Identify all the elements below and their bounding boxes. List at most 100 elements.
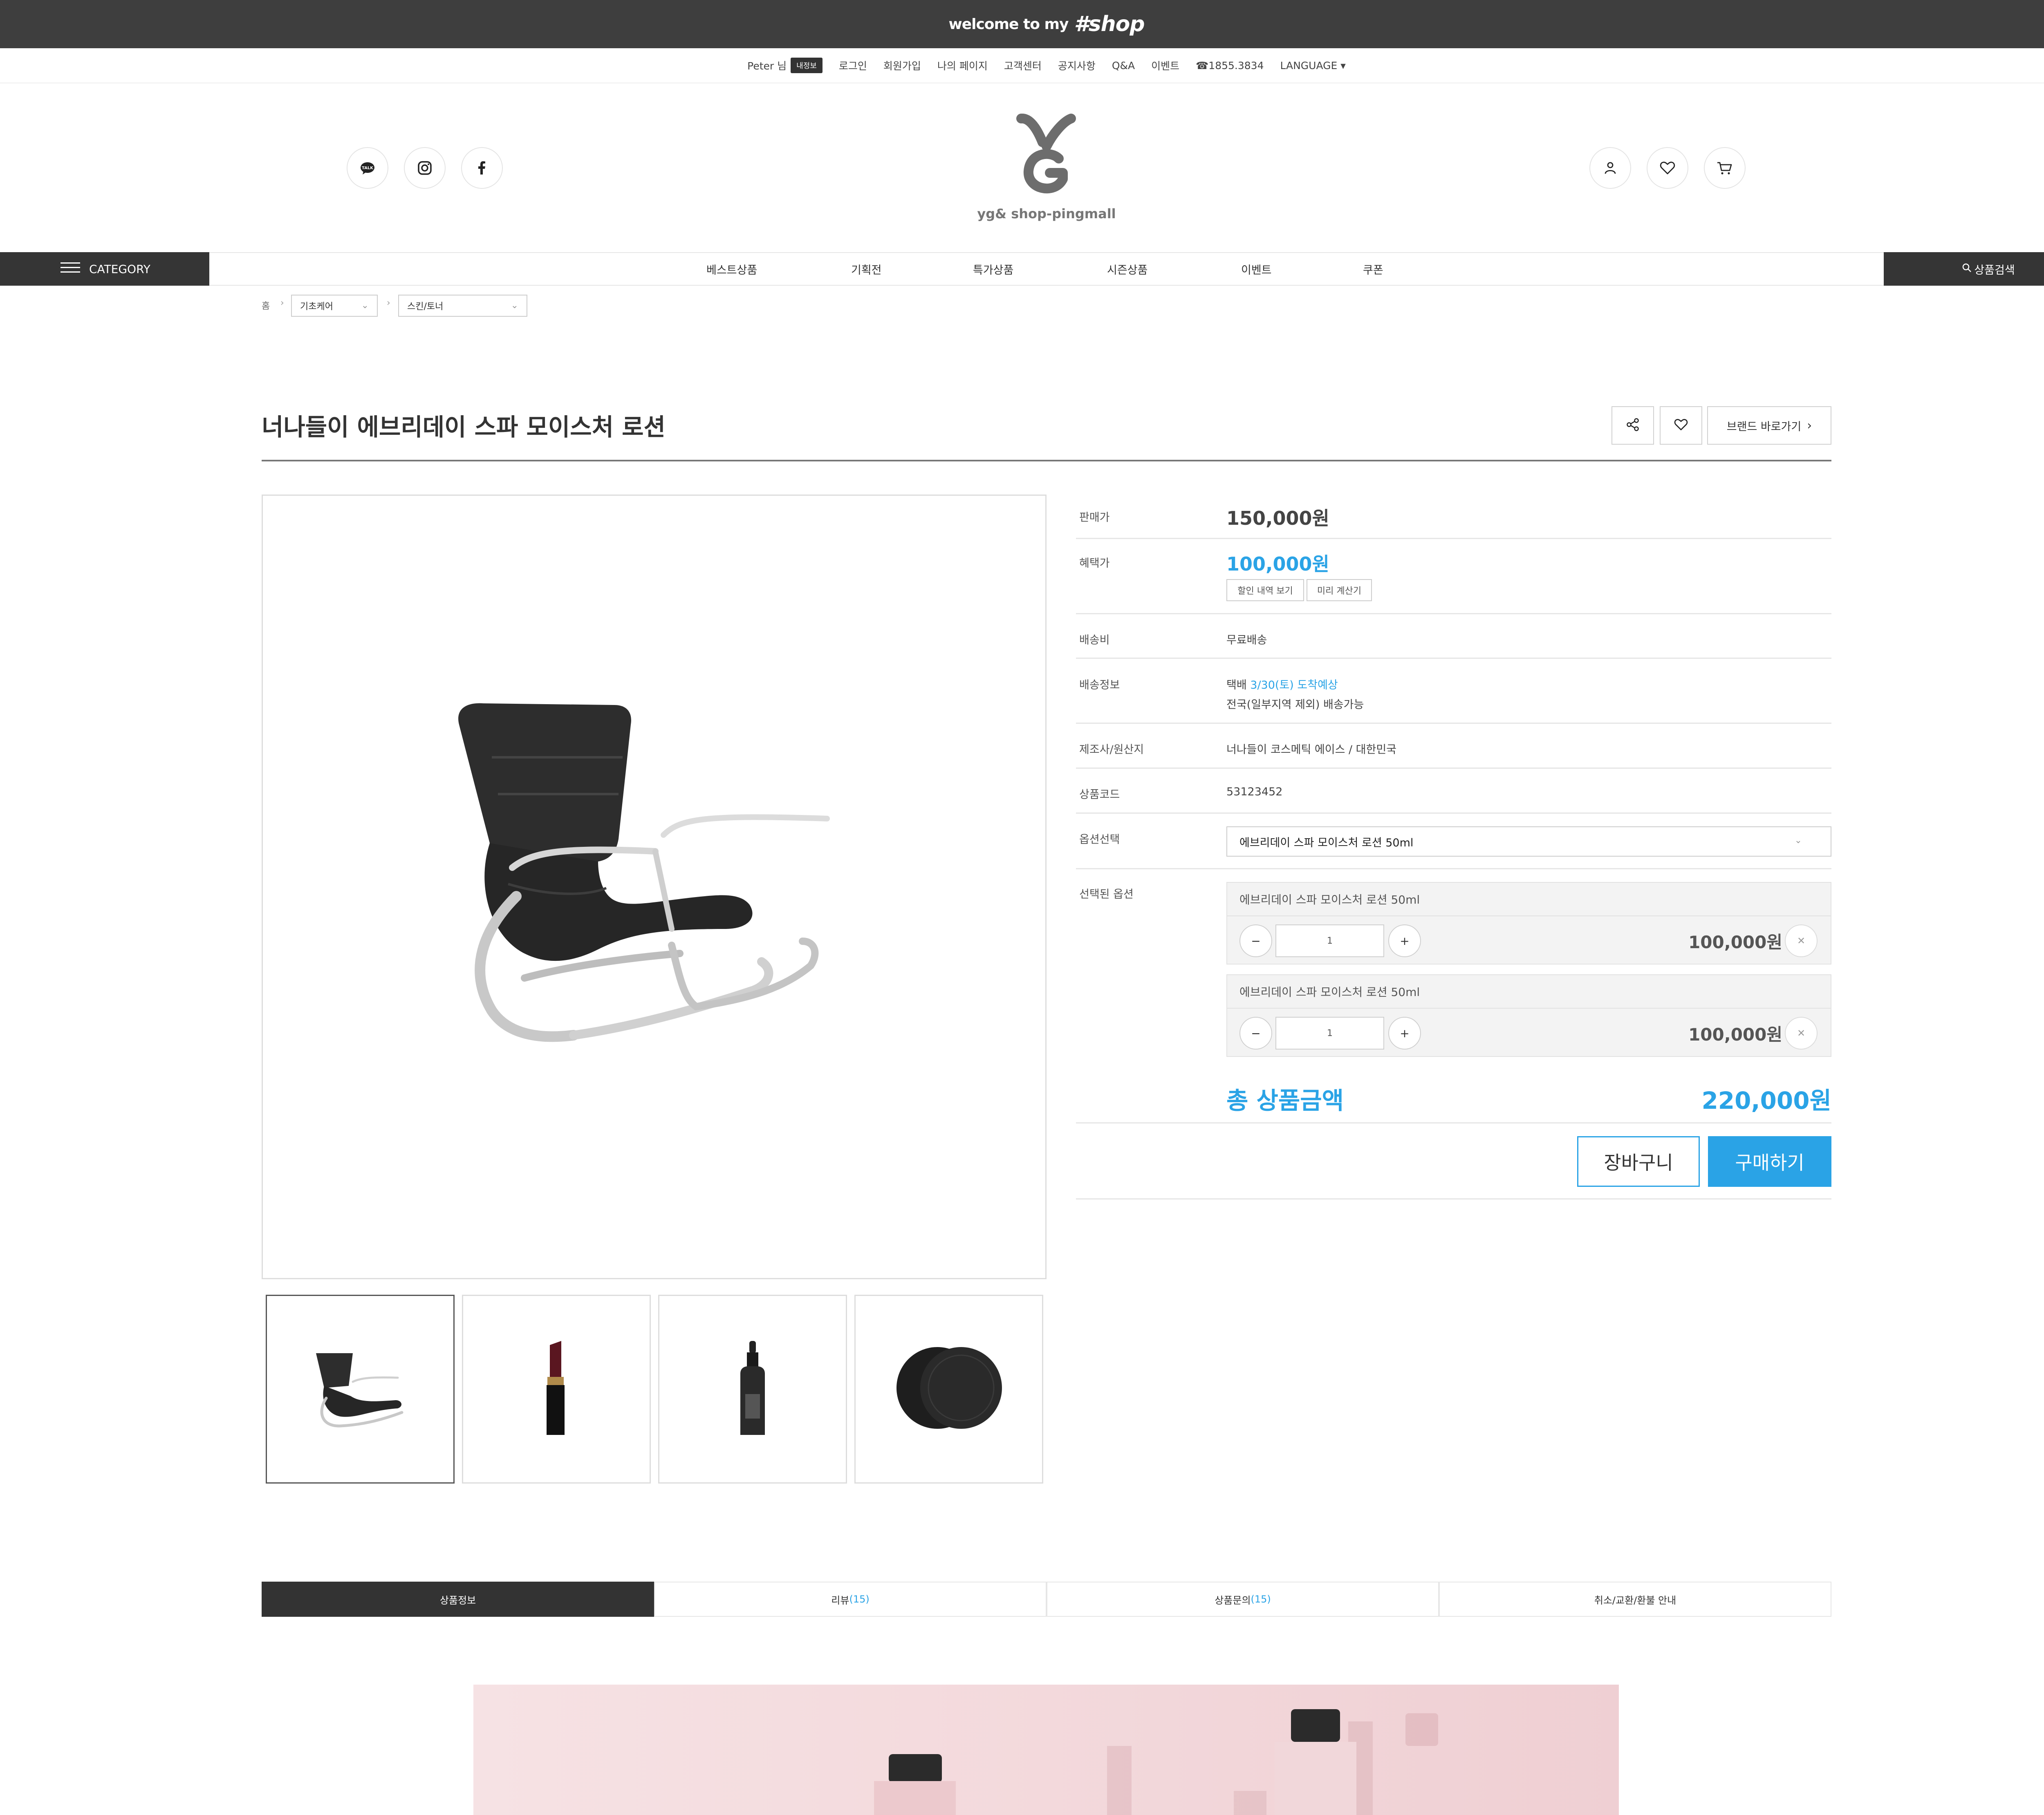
remove-option-button[interactable]: ✕	[1785, 924, 1818, 957]
row-divider	[1076, 1198, 1831, 1200]
tab-reviews[interactable]: 리뷰 (15)	[654, 1582, 1047, 1617]
share-icon	[1625, 417, 1640, 434]
price-value: 150,000원	[1226, 507, 1329, 529]
user-icon[interactable]	[1589, 147, 1631, 189]
total-price-value: 220,000원	[1701, 1087, 1831, 1115]
quantity-increase-button[interactable]: +	[1388, 924, 1421, 957]
row-divider	[1076, 658, 1831, 659]
product-search-button[interactable]: 상품검색	[1884, 252, 2044, 286]
product-code-value: 53123452	[1226, 786, 1283, 798]
nav-item-coupon[interactable]: 쿠폰	[1363, 252, 1383, 286]
nav-item-exhibition[interactable]: 기획전	[851, 252, 882, 286]
product-search-label: 상품검색	[1974, 264, 2015, 277]
signup-link[interactable]: 회원가입	[883, 58, 921, 73]
facebook-icon[interactable]	[461, 147, 503, 189]
breadcrumb-level2-value: 스킨/토너	[407, 302, 444, 312]
close-icon: ✕	[1797, 1027, 1806, 1039]
quantity-decrease-button[interactable]: −	[1239, 924, 1272, 957]
row-divider	[1076, 768, 1831, 769]
delivery-method: 택배	[1226, 679, 1247, 692]
preview-calculator-button[interactable]: 미리 계산기	[1307, 579, 1372, 601]
tab-label: 상품정보	[439, 1594, 476, 1606]
mypage-link[interactable]: 나의 페이지	[937, 58, 988, 73]
breadcrumb-level1-value: 기초케어	[300, 302, 333, 312]
remove-option-button[interactable]: ✕	[1785, 1017, 1818, 1050]
top-banner: welcome to my #shop	[0, 0, 2044, 48]
nav-item-best[interactable]: 베스트상품	[706, 252, 757, 286]
tab-count: (15)	[1251, 1593, 1271, 1605]
shipping-fee-value: 무료배송	[1226, 634, 1267, 647]
thumbnail-serum[interactable]	[658, 1295, 847, 1484]
row-divider	[1076, 868, 1831, 869]
row-divider	[1076, 613, 1831, 614]
qna-link[interactable]: Q&A	[1112, 60, 1135, 72]
heart-icon	[1674, 418, 1688, 433]
nav-item-season[interactable]: 시즌상품	[1107, 252, 1148, 286]
svg-text:TALK: TALK	[362, 166, 374, 170]
nav-item-special[interactable]: 특가상품	[973, 252, 1013, 286]
event-link[interactable]: 이벤트	[1151, 58, 1179, 73]
tab-product-info[interactable]: 상품정보	[262, 1582, 654, 1617]
shipping-fee-label: 배송비	[1079, 634, 1110, 647]
thumbnail-chair[interactable]	[266, 1295, 455, 1484]
breadcrumb-select-level2[interactable]: 스킨/토너 ⌄	[398, 295, 527, 317]
row-divider	[1076, 1122, 1831, 1123]
breadcrumb-home[interactable]: 홈	[262, 299, 270, 312]
site-logo-icon[interactable]	[1014, 114, 1079, 204]
tab-product-inquiry[interactable]: 상품문의 (15)	[1047, 1582, 1439, 1617]
product-title: 너나들이 에브리데이 스파 모이스처 로션	[262, 413, 666, 441]
maker-label: 제조사/원산지	[1079, 743, 1144, 756]
share-button[interactable]	[1611, 406, 1654, 445]
login-link[interactable]: 로그인	[839, 58, 867, 73]
brand-shortcut-button[interactable]: 브랜드 바로가기 ›	[1707, 406, 1831, 445]
delivery-note: 전국(일부지역 제외) 배송가능	[1226, 698, 1364, 711]
delivery-date: 3/30(토) 도착예상	[1250, 679, 1338, 692]
row-divider	[1076, 812, 1831, 814]
add-to-cart-button[interactable]: 장바구니	[1577, 1136, 1700, 1187]
discount-detail-button[interactable]: 할인 내역 보기	[1226, 579, 1304, 601]
title-divider	[262, 460, 1831, 461]
main-nav	[0, 252, 2044, 286]
brand-shortcut-label: 브랜드 바로가기	[1726, 420, 1802, 433]
banner-shop-text: #shop	[1074, 12, 1145, 36]
user-greeting: Peter 님	[747, 60, 787, 72]
buy-now-button[interactable]: 구매하기	[1708, 1136, 1831, 1187]
tab-count: (15)	[849, 1593, 870, 1605]
product-detail-banner-image	[473, 1685, 1619, 1815]
nav-item-event[interactable]: 이벤트	[1241, 252, 1272, 286]
instagram-icon[interactable]	[404, 147, 446, 189]
category-label: CATEGORY	[89, 262, 150, 276]
maker-value: 너나들이 코스메틱 에이스 / 대한민국	[1226, 743, 1397, 756]
breadcrumb-select-level1[interactable]: 기초케어 ⌄	[291, 295, 378, 317]
chair-thumbnail-image	[316, 1353, 403, 1428]
category-button[interactable]: CATEGORY	[0, 252, 209, 286]
thumbnail-lipstick[interactable]	[462, 1295, 651, 1484]
heart-icon[interactable]	[1647, 147, 1688, 189]
tab-return-policy[interactable]: 취소/교환/환불 안내	[1439, 1582, 1831, 1617]
row-divider	[1076, 538, 1831, 539]
selected-option-price: 100,000원	[1688, 932, 1782, 952]
selected-option-label: 선택된 옵션	[1079, 888, 1134, 901]
language-dropdown[interactable]: LANGUAGE ▾	[1280, 60, 1346, 72]
my-info-badge[interactable]: 내정보	[791, 58, 823, 73]
tab-label: 상품문의	[1215, 1594, 1251, 1606]
wishlist-button[interactable]	[1660, 406, 1702, 445]
talk-icon[interactable]: TALK	[347, 147, 388, 189]
quantity-increase-button[interactable]: +	[1388, 1017, 1421, 1050]
notice-link[interactable]: 공지사항	[1058, 58, 1096, 73]
quantity-input[interactable]: 1	[1275, 1017, 1384, 1050]
quantity-input[interactable]: 1	[1275, 924, 1384, 957]
delivery-info-line: 택배 3/30(토) 도착예상	[1226, 676, 1338, 692]
option-select-value: 에브리데이 스파 모이스처 로션 50ml	[1239, 836, 1414, 849]
selected-option-name: 에브리데이 스파 모이스처 로션 50ml	[1239, 985, 1420, 999]
customer-center-link[interactable]: 고객센터	[1004, 58, 1042, 73]
quantity-decrease-button[interactable]: −	[1239, 1017, 1272, 1050]
cart-icon[interactable]	[1704, 147, 1746, 189]
row-divider	[1076, 723, 1831, 724]
price-label: 판매가	[1079, 511, 1110, 524]
product-code-label: 상품코드	[1079, 788, 1120, 801]
option-select[interactable]: 에브리데이 스파 모이스처 로션 50ml ⌄	[1226, 826, 1831, 857]
benefit-price-label: 혜택가	[1079, 557, 1110, 570]
thumbnail-plates[interactable]	[854, 1295, 1043, 1484]
chevron-right-icon: ›	[1807, 418, 1812, 433]
